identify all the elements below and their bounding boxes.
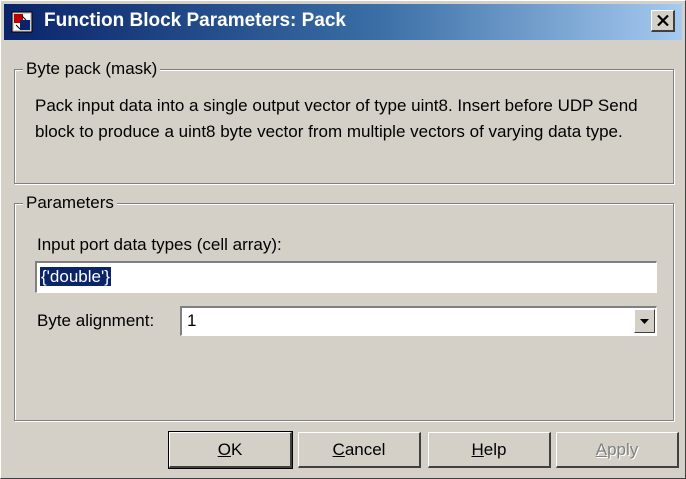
- apply-button[interactable]: Apply: [556, 432, 679, 468]
- byte-alignment-label: Byte alignment:: [37, 311, 155, 330]
- chevron-down-icon: [640, 318, 649, 324]
- dialog-window: Function Block Parameters: Pack Byte pac…: [0, 0, 686, 479]
- ok-label-rest: K: [230, 439, 243, 459]
- block-description: Pack input data into a single output vec…: [35, 96, 638, 141]
- cancel-mnemonic: C: [332, 439, 345, 459]
- byte-alignment-select[interactable]: 1: [180, 306, 657, 336]
- input-types-label: Input port data types (cell array):: [37, 235, 282, 254]
- dropdown-button[interactable]: [634, 309, 655, 333]
- ok-button[interactable]: OK: [168, 431, 293, 469]
- description-group-legend: Byte pack (mask): [23, 59, 161, 79]
- close-icon: [656, 15, 669, 26]
- window-title: Function Block Parameters: Pack: [44, 10, 346, 31]
- simulink-block-icon: [11, 11, 33, 33]
- description-group: Byte pack (mask) Pack input data into a …: [14, 59, 674, 184]
- title-bar[interactable]: Function Block Parameters: Pack: [4, 4, 682, 40]
- input-types-value: {'double'}: [40, 267, 111, 286]
- cancel-label-rest: ancel: [344, 439, 386, 459]
- help-button[interactable]: Help: [428, 432, 551, 468]
- apply-label-rest: pply: [607, 439, 639, 459]
- apply-mnemonic: A: [595, 439, 608, 459]
- help-label-rest: elp: [483, 439, 507, 459]
- parameters-group-legend: Parameters: [23, 193, 117, 213]
- byte-alignment-value: 1: [187, 311, 197, 330]
- close-button[interactable]: [651, 10, 675, 32]
- help-mnemonic: H: [471, 439, 484, 459]
- parameters-group: Parameters Input port data types (cell a…: [14, 193, 674, 421]
- input-types-field[interactable]: {'double'}: [35, 261, 657, 293]
- ok-mnemonic: O: [217, 439, 231, 459]
- cancel-button[interactable]: Cancel: [298, 432, 421, 468]
